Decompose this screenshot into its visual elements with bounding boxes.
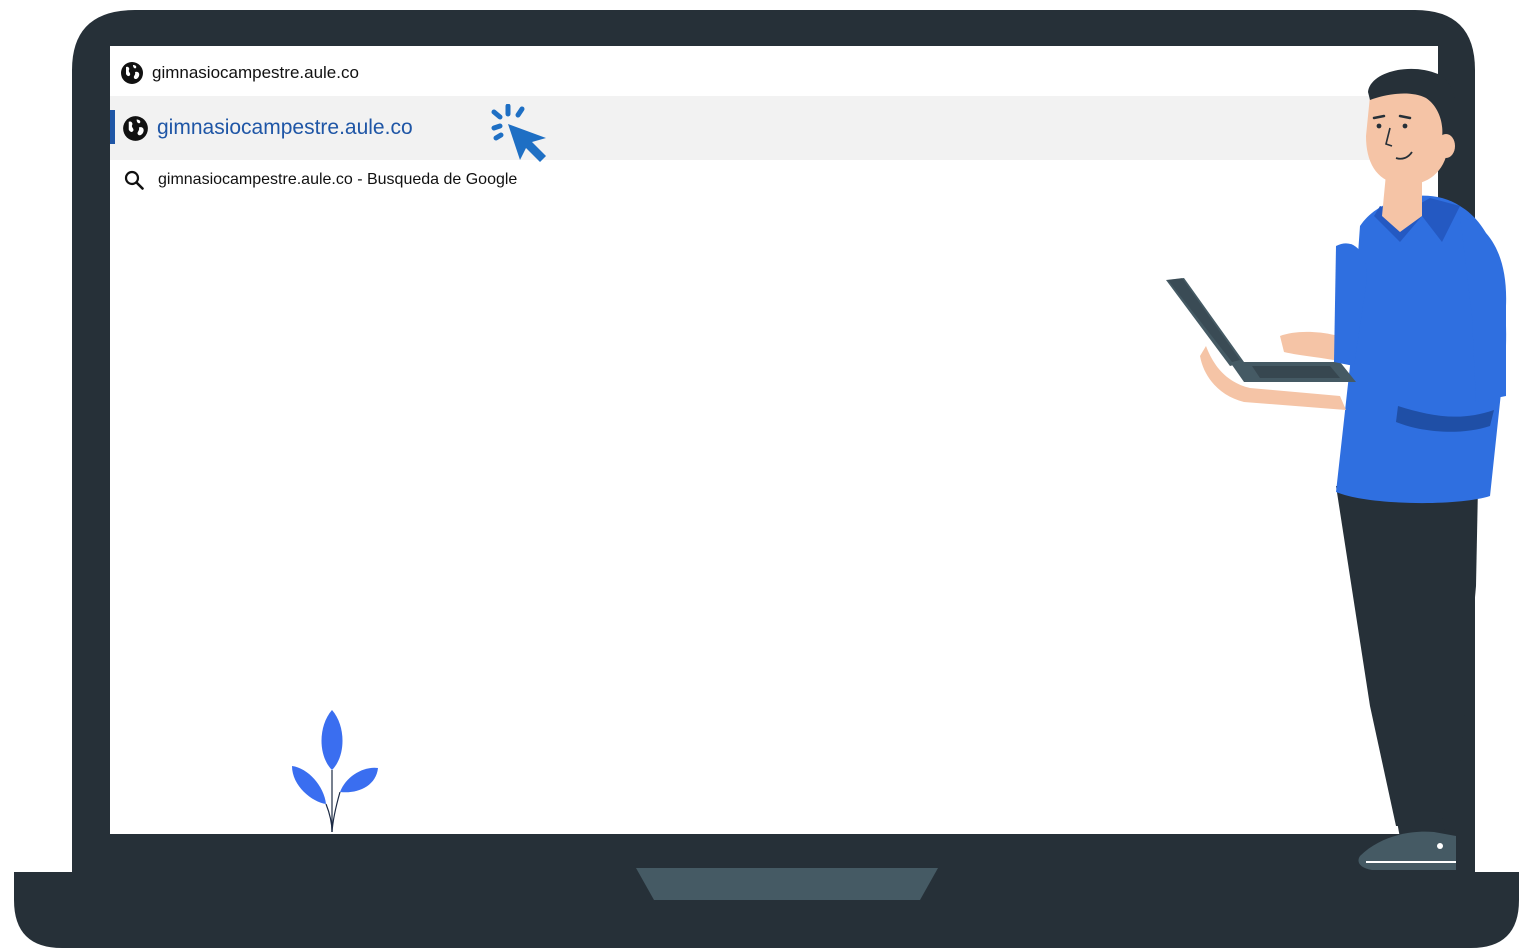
man-with-laptop-illustration — [1166, 68, 1507, 870]
suggestion-google-search[interactable]: gimnasiocampestre.aule.co - Busqueda de … — [124, 166, 517, 194]
selection-accent-bar — [110, 110, 115, 144]
suggestion-url-selected-text: gimnasiocampestre.aule.co — [157, 116, 413, 139]
click-cursor-icon — [491, 104, 546, 162]
search-icon — [124, 170, 144, 190]
plant-illustration — [292, 710, 378, 833]
illustration-stage: gimnasiocampestre.aule.co gimnasiocampes… — [0, 0, 1519, 948]
globe-icon — [121, 62, 143, 84]
suggestion-url-top-text: gimnasiocampestre.aule.co — [152, 63, 359, 82]
globe-icon — [123, 115, 148, 141]
suggestion-google-search-text: gimnasiocampestre.aule.co - Busqueda de … — [158, 171, 518, 188]
suggestion-url-top[interactable]: gimnasiocampestre.aule.co — [120, 58, 359, 88]
trackpad — [636, 868, 938, 900]
